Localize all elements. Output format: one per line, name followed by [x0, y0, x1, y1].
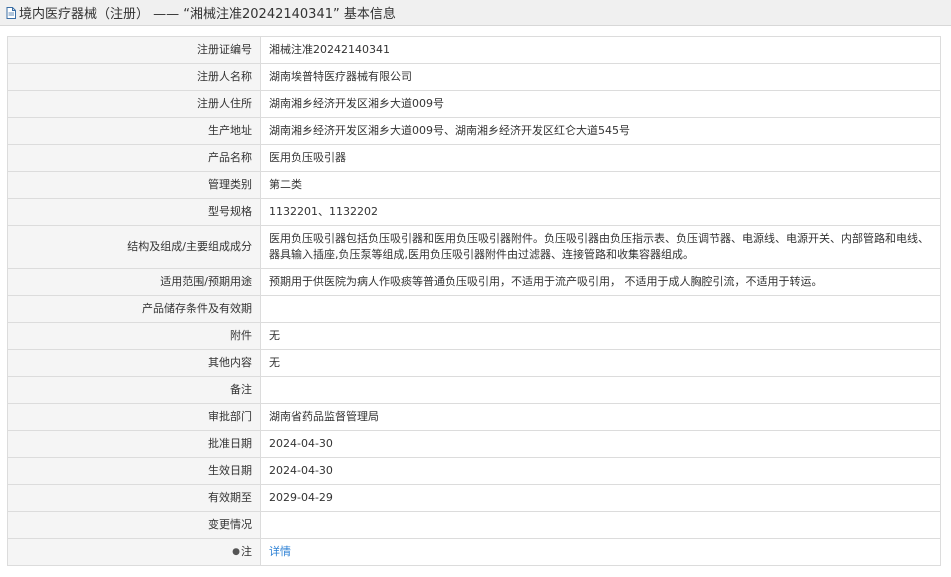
row-label: 适用范围/预期用途 [7, 268, 261, 296]
row-value [260, 511, 941, 539]
details-link[interactable]: 详情 [269, 545, 291, 558]
row-value [260, 376, 941, 404]
row-value: 2024-04-30 [260, 430, 941, 458]
row-label: 变更情况 [7, 511, 261, 539]
row-value: 湖南湘乡经济开发区湘乡大道009号、湖南湘乡经济开发区红仑大道545号 [260, 117, 941, 145]
note-label-cell: ●注 [7, 538, 261, 566]
row-label: 型号规格 [7, 198, 261, 226]
table-row: 生产地址 湖南湘乡经济开发区湘乡大道009号、湖南湘乡经济开发区红仑大道545号 [7, 117, 941, 145]
table-row: 变更情况 [7, 511, 941, 539]
row-value: 湘械注准20242140341 [260, 36, 941, 64]
table-row: 附件 无 [7, 322, 941, 350]
row-value: 第二类 [260, 171, 941, 199]
row-value [260, 295, 941, 323]
table-row: 审批部门 湖南省药品监督管理局 [7, 403, 941, 431]
document-icon [6, 6, 16, 19]
table-row: 产品储存条件及有效期 [7, 295, 941, 323]
row-label: 生效日期 [7, 457, 261, 485]
row-value: 无 [260, 349, 941, 377]
table-row: 注册证编号 湘械注准20242140341 [7, 36, 941, 64]
row-label: 批准日期 [7, 430, 261, 458]
table-row: 批准日期 2024-04-30 [7, 430, 941, 458]
info-table: 注册证编号 湘械注准20242140341 注册人名称 湖南埃普特医疗器械有限公… [7, 36, 941, 566]
table-row: 产品名称 医用负压吸引器 [7, 144, 941, 172]
row-label: 审批部门 [7, 403, 261, 431]
note-row: ●注 详情 [7, 538, 941, 566]
pin-icon: ● [232, 547, 240, 557]
page-title: 境内医疗器械（注册） —— “湘械注准20242140341” 基本信息 [19, 7, 396, 22]
table-row: 有效期至 2029-04-29 [7, 484, 941, 512]
table-row: 注册人名称 湖南埃普特医疗器械有限公司 [7, 63, 941, 91]
page-header: 境内医疗器械（注册） —— “湘械注准20242140341” 基本信息 [0, 0, 951, 26]
table-row: 适用范围/预期用途 预期用于供医院为病人作吸痰等普通负压吸引用，不适用于流产吸引… [7, 268, 941, 296]
row-label: 结构及组成/主要组成成分 [7, 225, 261, 269]
table-row: 生效日期 2024-04-30 [7, 457, 941, 485]
row-label: 附件 [7, 322, 261, 350]
table-row: 其他内容 无 [7, 349, 941, 377]
row-value: 无 [260, 322, 941, 350]
row-label: 生产地址 [7, 117, 261, 145]
row-label: 有效期至 [7, 484, 261, 512]
row-label: 产品名称 [7, 144, 261, 172]
row-value: 2029-04-29 [260, 484, 941, 512]
row-value: 湖南埃普特医疗器械有限公司 [260, 63, 941, 91]
table-row: 备注 [7, 376, 941, 404]
row-label: 注册证编号 [7, 36, 261, 64]
row-value: 湖南湘乡经济开发区湘乡大道009号 [260, 90, 941, 118]
row-value: 1132201、1132202 [260, 198, 941, 226]
row-value: 湖南省药品监督管理局 [260, 403, 941, 431]
row-label: 其他内容 [7, 349, 261, 377]
table-row: 型号规格 1132201、1132202 [7, 198, 941, 226]
row-value: 医用负压吸引器 [260, 144, 941, 172]
row-value: 2024-04-30 [260, 457, 941, 485]
table-row: 注册人住所 湖南湘乡经济开发区湘乡大道009号 [7, 90, 941, 118]
row-label: 产品储存条件及有效期 [7, 295, 261, 323]
row-value: 预期用于供医院为病人作吸痰等普通负压吸引用，不适用于流产吸引用， 不适用于成人胸… [260, 268, 941, 296]
table-row: 管理类别 第二类 [7, 171, 941, 199]
note-value-cell: 详情 [260, 538, 941, 566]
table-row: 结构及组成/主要组成成分 医用负压吸引器包括负压吸引器和医用负压吸引器附件。负压… [7, 225, 941, 269]
row-label: 备注 [7, 376, 261, 404]
row-label: 注册人住所 [7, 90, 261, 118]
note-label: 注 [241, 545, 252, 558]
row-value: 医用负压吸引器包括负压吸引器和医用负压吸引器附件。负压吸引器由负压指示表、负压调… [260, 225, 941, 269]
info-table-container: 注册证编号 湘械注准20242140341 注册人名称 湖南埃普特医疗器械有限公… [7, 36, 941, 566]
row-label: 管理类别 [7, 171, 261, 199]
row-label: 注册人名称 [7, 63, 261, 91]
